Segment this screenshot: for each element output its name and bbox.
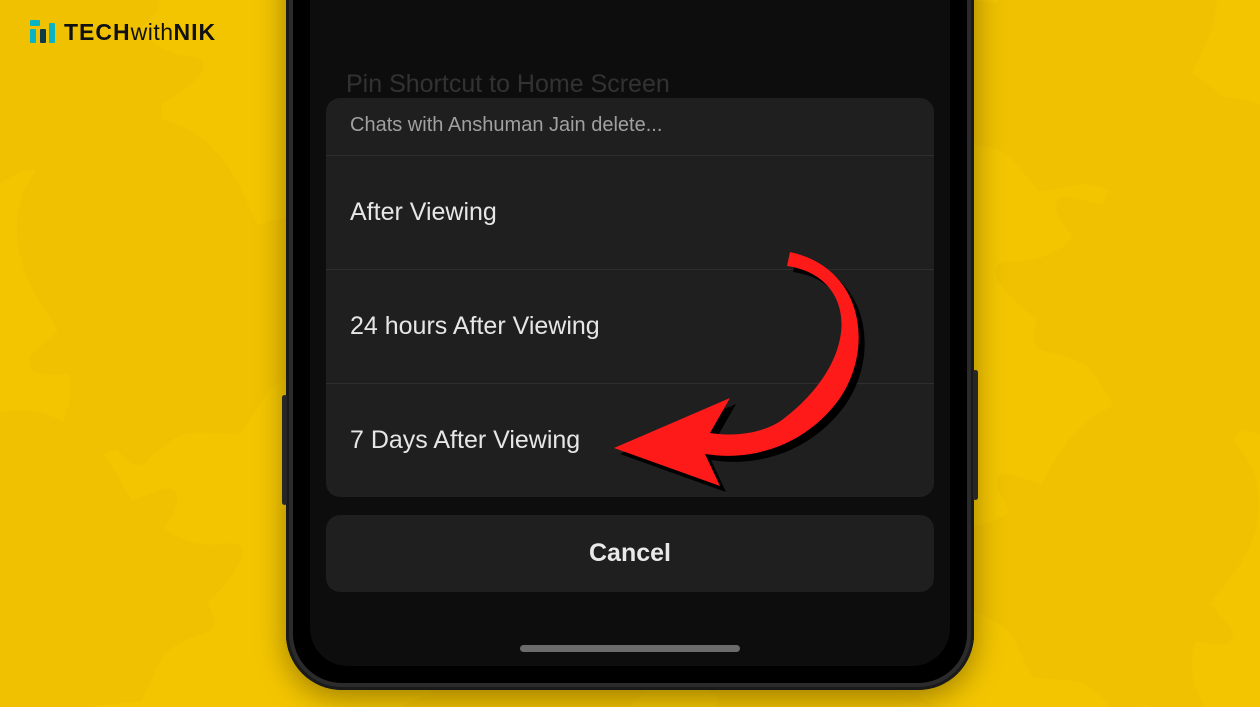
- action-sheet-header-text: Chats with Anshuman Jain delete...: [350, 114, 662, 136]
- option-24h-after-viewing-label: 24 hours After Viewing: [350, 312, 600, 340]
- menu-item-pin-shortcut[interactable]: Pin Shortcut to Home Screen: [310, 70, 950, 99]
- brand-text: TECHwithNIK: [64, 19, 216, 46]
- cancel-button-label: Cancel: [589, 539, 671, 567]
- option-24h-after-viewing[interactable]: 24 hours After Viewing: [326, 270, 934, 384]
- option-7days-after-viewing-label: 7 Days After Viewing: [350, 426, 580, 454]
- logo-mark-icon: [28, 18, 56, 46]
- brand-logo: TECHwithNIK: [28, 18, 216, 46]
- brand-with: with: [131, 19, 174, 45]
- phone-side-button-right: [973, 370, 978, 500]
- action-sheet-header: Chats with Anshuman Jain delete...: [326, 98, 934, 156]
- brand-nik: NIK: [174, 19, 217, 45]
- phone-side-button-left: [282, 395, 287, 505]
- menu-item-pin-shortcut-label: Pin Shortcut to Home Screen: [346, 70, 670, 98]
- action-sheet-panel: Chats with Anshuman Jain delete... After…: [326, 98, 934, 497]
- phone-frame: Pin Shortcut to Home Screen Chats with A…: [286, 0, 974, 690]
- brand-tech: TECH: [64, 19, 131, 45]
- option-7days-after-viewing[interactable]: 7 Days After Viewing: [326, 384, 934, 497]
- action-sheet: Chats with Anshuman Jain delete... After…: [326, 98, 934, 592]
- option-after-viewing-label: After Viewing: [350, 198, 497, 226]
- option-after-viewing[interactable]: After Viewing: [326, 156, 934, 270]
- phone-screen: Pin Shortcut to Home Screen Chats with A…: [310, 0, 950, 666]
- home-indicator[interactable]: [520, 645, 740, 652]
- page-stage: TECHwithNIK Pin Shortcut to Home Screen …: [0, 0, 1260, 707]
- cancel-button[interactable]: Cancel: [326, 515, 934, 592]
